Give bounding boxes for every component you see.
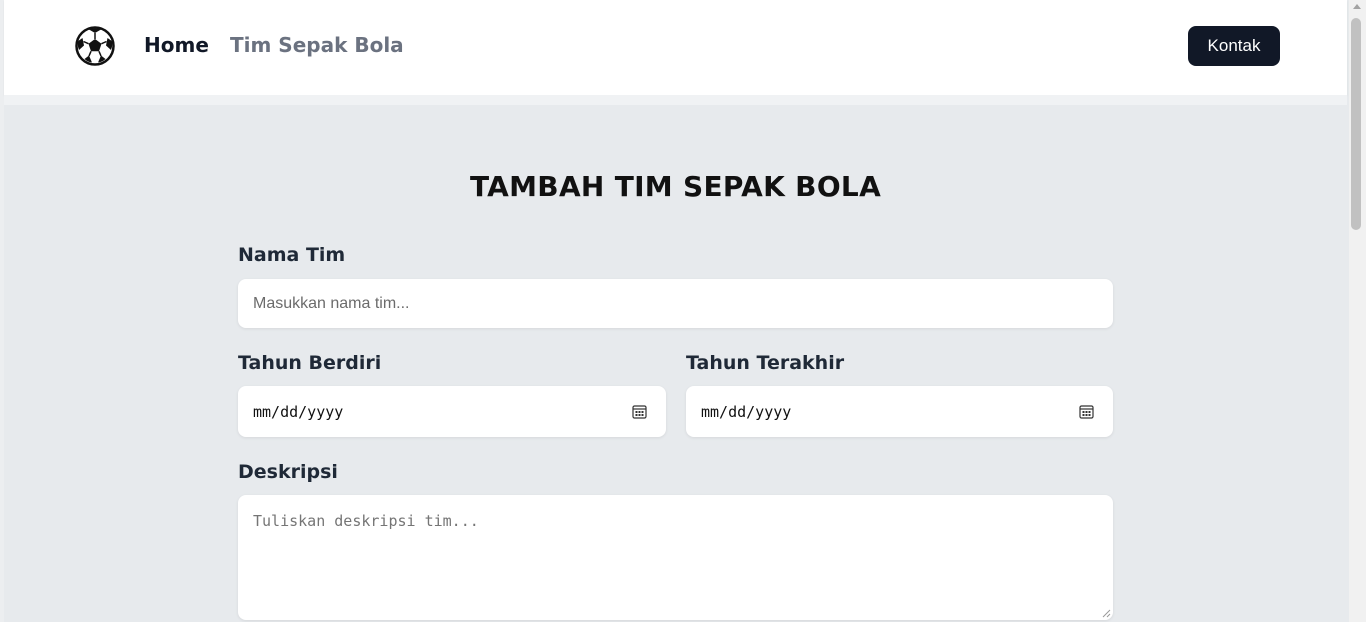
vertical-scrollbar[interactable]	[1349, 0, 1366, 622]
contact-button[interactable]: Kontak	[1188, 26, 1280, 66]
last-year-placeholder: mm/dd/yyyy	[701, 402, 792, 421]
founded-year-date-input[interactable]: mm/dd/yyyy	[238, 386, 666, 437]
team-name-placeholder: Masukkan nama tim...	[253, 294, 410, 312]
page: Home Tim Sepak Bola Kontak TAMBAH TIM SE…	[0, 0, 1349, 622]
description-label: Deskripsi	[238, 461, 338, 483]
nav-link-teams[interactable]: Tim Sepak Bola	[230, 33, 404, 57]
soccer-ball-icon[interactable]	[75, 26, 115, 66]
team-name-label: Nama Tim	[238, 244, 346, 266]
page-title: TAMBAH TIM SEPAK BOLA	[469, 170, 882, 203]
founded-year-placeholder: mm/dd/yyyy	[253, 402, 344, 421]
last-year-label: Tahun Terakhir	[686, 352, 845, 374]
description-textarea[interactable]: Tuliskan deskripsi tim...	[238, 495, 1113, 620]
resize-grip-icon[interactable]	[1102, 609, 1111, 618]
nav-link-home[interactable]: Home	[144, 33, 209, 57]
description-placeholder: Tuliskan deskripsi tim...	[253, 512, 479, 530]
calendar-icon[interactable]	[1079, 404, 1094, 419]
scroll-up-arrow-icon[interactable]	[1353, 4, 1361, 9]
scrollbar-thumb[interactable]	[1351, 18, 1361, 230]
navbar-divider	[4, 95, 1347, 105]
founded-year-label: Tahun Berdiri	[238, 352, 382, 374]
team-name-input[interactable]: Masukkan nama tim...	[238, 279, 1113, 328]
calendar-icon[interactable]	[632, 404, 647, 419]
last-year-date-input[interactable]: mm/dd/yyyy	[686, 386, 1113, 437]
